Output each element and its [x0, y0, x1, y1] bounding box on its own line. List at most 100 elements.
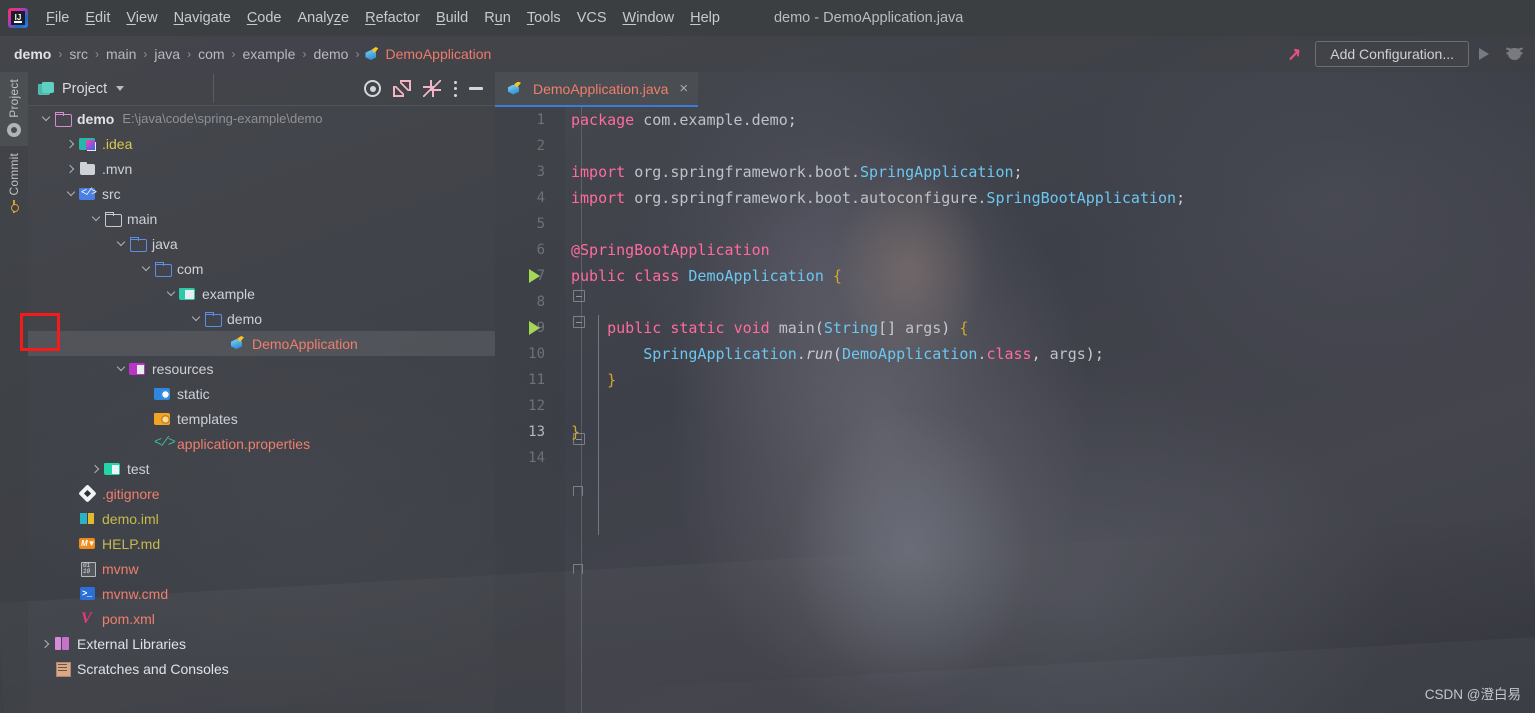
tree-item--idea[interactable]: .idea — [28, 131, 495, 156]
tree-expand-arrow[interactable] — [113, 356, 129, 381]
breadcrumb-item-demoapplication[interactable]: DemoApplication — [383, 45, 493, 63]
tree-expand-arrow[interactable] — [38, 656, 54, 681]
run-gutter-icon-line-9[interactable] — [529, 321, 540, 335]
menu-item-refactor[interactable]: Refactor — [357, 6, 428, 30]
code-line-6[interactable]: @SpringBootApplication — [571, 237, 1535, 263]
tree-item-com[interactable]: com — [28, 256, 495, 281]
close-icon[interactable]: × — [679, 81, 688, 96]
tree-item-pom-xml[interactable]: Vpom.xml — [28, 606, 495, 631]
tree-expand-arrow[interactable] — [63, 131, 79, 156]
code-line-13[interactable]: } — [571, 419, 1535, 445]
editor-gutter[interactable]: 1 2 3 4 5 6 7 8 9 10 11 12 13 14 — [495, 107, 565, 713]
breadcrumb-item-src[interactable]: src — [67, 45, 90, 63]
menu-item-navigate[interactable]: Navigate — [166, 6, 239, 30]
breadcrumb-item-demo[interactable]: demo — [12, 45, 53, 63]
code-editor[interactable]: 1 2 3 4 5 6 7 8 9 10 11 12 13 14 package com.example.… — [495, 107, 1535, 713]
menu-item-window[interactable]: Window — [615, 6, 683, 30]
tree-item--mvn[interactable]: .mvn — [28, 156, 495, 181]
code-line-2[interactable] — [571, 133, 1535, 159]
tree-expand-arrow[interactable] — [63, 531, 79, 556]
tree-item-resources[interactable]: resources — [28, 356, 495, 381]
menu-item-build[interactable]: Build — [428, 6, 476, 30]
tree-expand-arrow[interactable] — [138, 381, 154, 406]
kebab-icon[interactable] — [453, 80, 457, 97]
tree-expand-arrow[interactable] — [38, 106, 54, 131]
tree-item-java[interactable]: java — [28, 231, 495, 256]
tree-expand-arrow[interactable] — [63, 581, 79, 606]
tree-item-static[interactable]: static — [28, 381, 495, 406]
tree-expand-arrow[interactable] — [63, 506, 79, 531]
tree-expand-arrow[interactable] — [138, 406, 154, 431]
run-button[interactable] — [1469, 41, 1499, 67]
tree-item-mvnw[interactable]: 01 10 mvnw — [28, 556, 495, 581]
menu-item-run[interactable]: Run — [476, 6, 519, 30]
tree-expand-arrow[interactable] — [138, 256, 154, 281]
code-content[interactable]: package com.example.demo; import org.spr… — [565, 107, 1535, 713]
tree-expand-arrow[interactable] — [213, 331, 229, 356]
tree-expand-arrow[interactable] — [163, 281, 179, 306]
minus-icon[interactable] — [469, 87, 483, 90]
tree-item-help-md[interactable]: M▼ HELP.md — [28, 531, 495, 556]
tree-expand-arrow[interactable] — [113, 231, 129, 256]
tree-item-templates[interactable]: templates — [28, 406, 495, 431]
project-tool-window-title-group[interactable]: Project — [38, 81, 125, 97]
tree-item-scratches-and-consoles[interactable]: Scratches and Consoles — [28, 656, 495, 681]
breadcrumb-item-com[interactable]: com — [196, 45, 226, 63]
tree-item-test[interactable]: test — [28, 456, 495, 481]
collapse-icon[interactable] — [423, 80, 441, 97]
sidebar-item-commit[interactable]: Commit — [0, 146, 28, 223]
tree-expand-arrow[interactable] — [38, 631, 54, 656]
code-line-11[interactable]: } — [571, 367, 1535, 393]
menu-item-view[interactable]: View — [118, 6, 165, 30]
tree-expand-arrow[interactable] — [63, 481, 79, 506]
tree-expand-arrow[interactable] — [138, 431, 154, 456]
menu-item-vcs[interactable]: VCS — [569, 6, 615, 30]
tree-expand-arrow[interactable] — [63, 606, 79, 631]
breadcrumb-item-example[interactable]: example — [241, 45, 298, 63]
menu-item-tools[interactable]: Tools — [519, 6, 569, 30]
breadcrumb-item-demo-pkg[interactable]: demo — [311, 45, 350, 63]
tree-item-external-libraries[interactable]: External Libraries — [28, 631, 495, 656]
code-line-1[interactable]: package com.example.demo; — [571, 107, 1535, 133]
code-line-5[interactable] — [571, 211, 1535, 237]
project-tree[interactable]: demo E:\java\code\spring-example\demo .ide… — [28, 106, 495, 713]
tree-expand-arrow[interactable] — [63, 556, 79, 581]
tree-item-main[interactable]: main — [28, 206, 495, 231]
code-line-3[interactable]: import org.springframework.boot.SpringAp… — [571, 159, 1535, 185]
menu-item-help[interactable]: Help — [682, 6, 728, 30]
code-line-7[interactable]: public class DemoApplication { — [571, 263, 1535, 289]
tree-item-demo[interactable]: demo E:\java\code\spring-example\demo — [28, 106, 495, 131]
breadcrumb-item-java[interactable]: java — [152, 45, 182, 63]
tree-item-src[interactable]: </> src — [28, 181, 495, 206]
tab-demoapplication-java[interactable]: DemoApplication.java × — [495, 72, 699, 107]
menu-item-analyze[interactable]: Analyze — [290, 6, 358, 30]
tree-item-demo[interactable]: demo — [28, 306, 495, 331]
tree-item-demo-iml[interactable]: demo.iml — [28, 506, 495, 531]
tree-item-demoapplication[interactable]: DemoApplication — [28, 331, 495, 356]
add-configuration-button[interactable]: Add Configuration... — [1315, 41, 1469, 67]
debug-button[interactable] — [1499, 41, 1529, 67]
run-gutter-icon-line-7[interactable] — [529, 269, 540, 283]
code-line-8[interactable] — [571, 289, 1535, 315]
menu-item-file[interactable]: File — [38, 6, 77, 30]
tree-expand-arrow[interactable] — [63, 156, 79, 181]
code-line-14[interactable] — [571, 445, 1535, 471]
chevron-down-icon[interactable] — [116, 86, 125, 91]
tree-expand-arrow[interactable] — [63, 181, 79, 206]
menu-item-edit[interactable]: Edit — [77, 6, 118, 30]
tree-item-mvnw-cmd[interactable]: >_ mvnw.cmd — [28, 581, 495, 606]
tree-item-example[interactable]: example — [28, 281, 495, 306]
tree-expand-arrow[interactable] — [88, 456, 104, 481]
code-line-9[interactable]: public static void main(String[] args) { — [571, 315, 1535, 341]
sidebar-item-project[interactable]: Project — [0, 72, 28, 146]
code-line-12[interactable] — [571, 393, 1535, 419]
breadcrumb-item-main[interactable]: main — [104, 45, 138, 63]
code-line-10[interactable]: SpringApplication.run(DemoApplication.cl… — [571, 341, 1535, 367]
menu-item-code[interactable]: Code — [239, 6, 290, 30]
tree-item--gitignore[interactable]: .gitignore — [28, 481, 495, 506]
target-icon[interactable] — [364, 80, 381, 97]
tree-expand-arrow[interactable] — [188, 306, 204, 331]
tree-expand-arrow[interactable] — [88, 206, 104, 231]
expand-icon[interactable] — [393, 80, 411, 97]
tree-item-application-properties[interactable]: </> application.properties — [28, 431, 495, 456]
